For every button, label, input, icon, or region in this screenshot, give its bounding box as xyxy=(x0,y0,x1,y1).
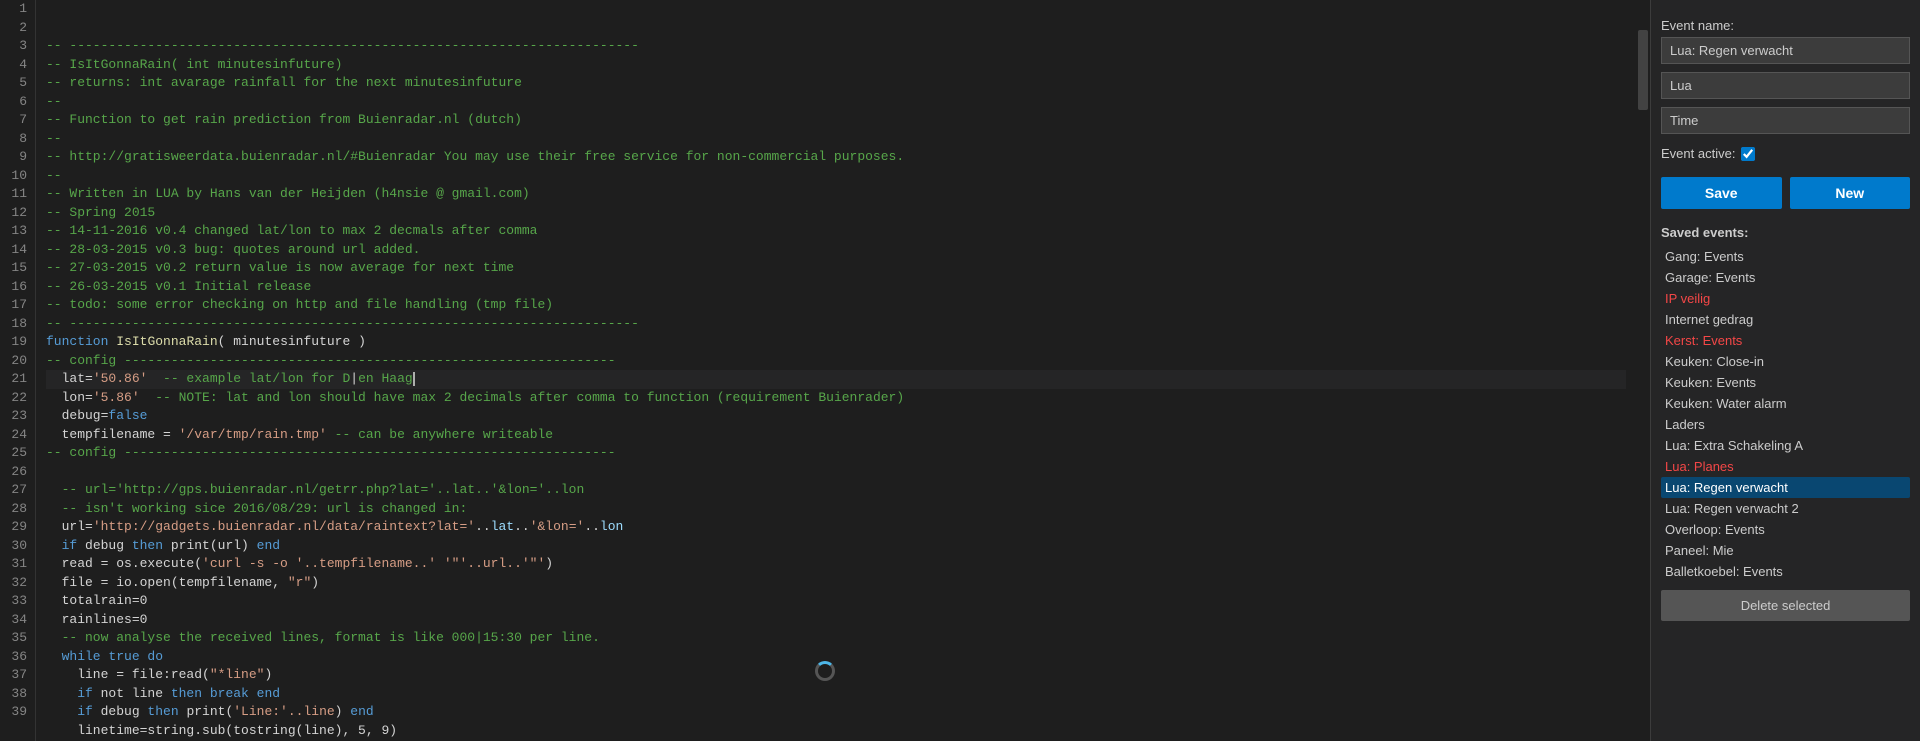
code-line-26: -- isn't working sice 2016/08/29: url is… xyxy=(46,500,1626,519)
code-line-29: read = os.execute('curl -s -o '..tempfil… xyxy=(46,555,1626,574)
event-list-item[interactable]: Lua: Regen verwacht 2 xyxy=(1661,498,1910,519)
code-line-4: -- xyxy=(46,93,1626,112)
event-active-label: Event active: xyxy=(1661,146,1735,161)
code-line-30: file = io.open(tempfilename, "r") xyxy=(46,574,1626,593)
language-input[interactable] xyxy=(1661,72,1910,99)
scroll-track[interactable] xyxy=(1636,0,1650,741)
event-active-row: Event active: xyxy=(1661,146,1910,161)
action-buttons: Save New xyxy=(1661,177,1910,209)
code-line-34: while true do xyxy=(46,648,1626,667)
code-line-27: url='http://gadgets.buienradar.nl/data/r… xyxy=(46,518,1626,537)
code-line-36: if not line then break end xyxy=(46,685,1626,704)
code-editor: 1234567891011121314151617181920212223242… xyxy=(0,0,1650,741)
code-line-13: -- 27-03-2015 v0.2 return value is now a… xyxy=(46,259,1626,278)
code-line-38: linetime=string.sub(tostring(line), 5, 9… xyxy=(46,722,1626,741)
time-input[interactable] xyxy=(1661,107,1910,134)
loading-spinner xyxy=(815,661,835,681)
code-line-28: if debug then print(url) end xyxy=(46,537,1626,556)
event-list-item[interactable]: Kerst: Events xyxy=(1661,330,1910,351)
event-list-item[interactable]: Keuken: Water alarm xyxy=(1661,393,1910,414)
event-list-item[interactable]: Lua: Extra Schakeling A xyxy=(1661,435,1910,456)
event-list-item[interactable]: Lua: Regen verwacht xyxy=(1661,477,1910,498)
code-line-35: line = file:read("*line") xyxy=(46,666,1626,685)
events-list: Gang: EventsGarage: EventsIP veiligInter… xyxy=(1661,246,1910,582)
event-active-checkbox[interactable] xyxy=(1741,147,1755,161)
saved-events-label: Saved events: xyxy=(1661,225,1910,240)
code-line-12: -- 28-03-2015 v0.3 bug: quotes around ur… xyxy=(46,241,1626,260)
event-list-item[interactable]: Keuken: Events xyxy=(1661,372,1910,393)
code-line-3: -- returns: int avarage rainfall for the… xyxy=(46,74,1626,93)
code-line-31: totalrain=0 xyxy=(46,592,1626,611)
code-line-14: -- 26-03-2015 v0.1 Initial release xyxy=(46,278,1626,297)
code-line-5: -- Function to get rain prediction from … xyxy=(46,111,1626,130)
event-name-label: Event name: xyxy=(1661,18,1910,33)
code-line-23: -- config ------------------------------… xyxy=(46,444,1626,463)
code-line-2: -- IsItGonnaRain( int minutesinfuture) xyxy=(46,56,1626,75)
new-button[interactable]: New xyxy=(1790,177,1911,209)
code-line-10: -- Spring 2015 xyxy=(46,204,1626,223)
code-line-1: -- -------------------------------------… xyxy=(46,37,1626,56)
line-numbers: 1234567891011121314151617181920212223242… xyxy=(0,0,36,741)
code-line-17: function IsItGonnaRain( minutesinfuture … xyxy=(46,333,1626,352)
code-content[interactable]: -- -------------------------------------… xyxy=(36,0,1636,741)
code-line-22: tempfilename = '/var/tmp/rain.tmp' -- ca… xyxy=(46,426,1626,445)
event-list-item[interactable]: Overloop: Events xyxy=(1661,519,1910,540)
event-list-item[interactable]: Balletkoebel: Events xyxy=(1661,561,1910,582)
code-line-11: -- 14-11-2016 v0.4 changed lat/lon to ma… xyxy=(46,222,1626,241)
code-line-8: -- xyxy=(46,167,1626,186)
event-list-item[interactable]: Lua: Planes xyxy=(1661,456,1910,477)
code-line-15: -- todo: some error checking on http and… xyxy=(46,296,1626,315)
code-line-21: debug=false xyxy=(46,407,1626,426)
right-panel: Event name: Event active: Save New Saved… xyxy=(1650,0,1920,741)
code-line-37: if debug then print('Line:'..line) end xyxy=(46,703,1626,722)
code-line-9: -- Written in LUA by Hans van der Heijde… xyxy=(46,185,1626,204)
save-button[interactable]: Save xyxy=(1661,177,1782,209)
code-line-18: -- config ------------------------------… xyxy=(46,352,1626,371)
code-lines: -- -------------------------------------… xyxy=(46,0,1626,741)
event-list-item[interactable]: Laders xyxy=(1661,414,1910,435)
code-line-32: rainlines=0 xyxy=(46,611,1626,630)
delete-selected-button[interactable]: Delete selected xyxy=(1661,590,1910,621)
event-list-item[interactable]: Gang: Events xyxy=(1661,246,1910,267)
code-line-33: -- now analyse the received lines, forma… xyxy=(46,629,1626,648)
event-list-item[interactable]: Internet gedrag xyxy=(1661,309,1910,330)
code-line-6: -- xyxy=(46,130,1626,149)
scroll-thumb[interactable] xyxy=(1638,30,1648,110)
event-name-input[interactable] xyxy=(1661,37,1910,64)
event-list-item[interactable]: Paneel: Mie xyxy=(1661,540,1910,561)
event-list-item[interactable]: Garage: Events xyxy=(1661,267,1910,288)
code-line-19: lat='50.86' -- example lat/lon for D|en … xyxy=(46,370,1626,389)
code-line-24 xyxy=(46,463,1626,482)
event-list-item[interactable]: Keuken: Close-in xyxy=(1661,351,1910,372)
code-line-7: -- http://gratisweerdata.buienradar.nl/#… xyxy=(46,148,1626,167)
code-line-25: -- url='http://gps.buienradar.nl/getrr.p… xyxy=(46,481,1626,500)
code-line-16: -- -------------------------------------… xyxy=(46,315,1626,334)
event-list-item[interactable]: IP veilig xyxy=(1661,288,1910,309)
code-line-20: lon='5.86' -- NOTE: lat and lon should h… xyxy=(46,389,1626,408)
